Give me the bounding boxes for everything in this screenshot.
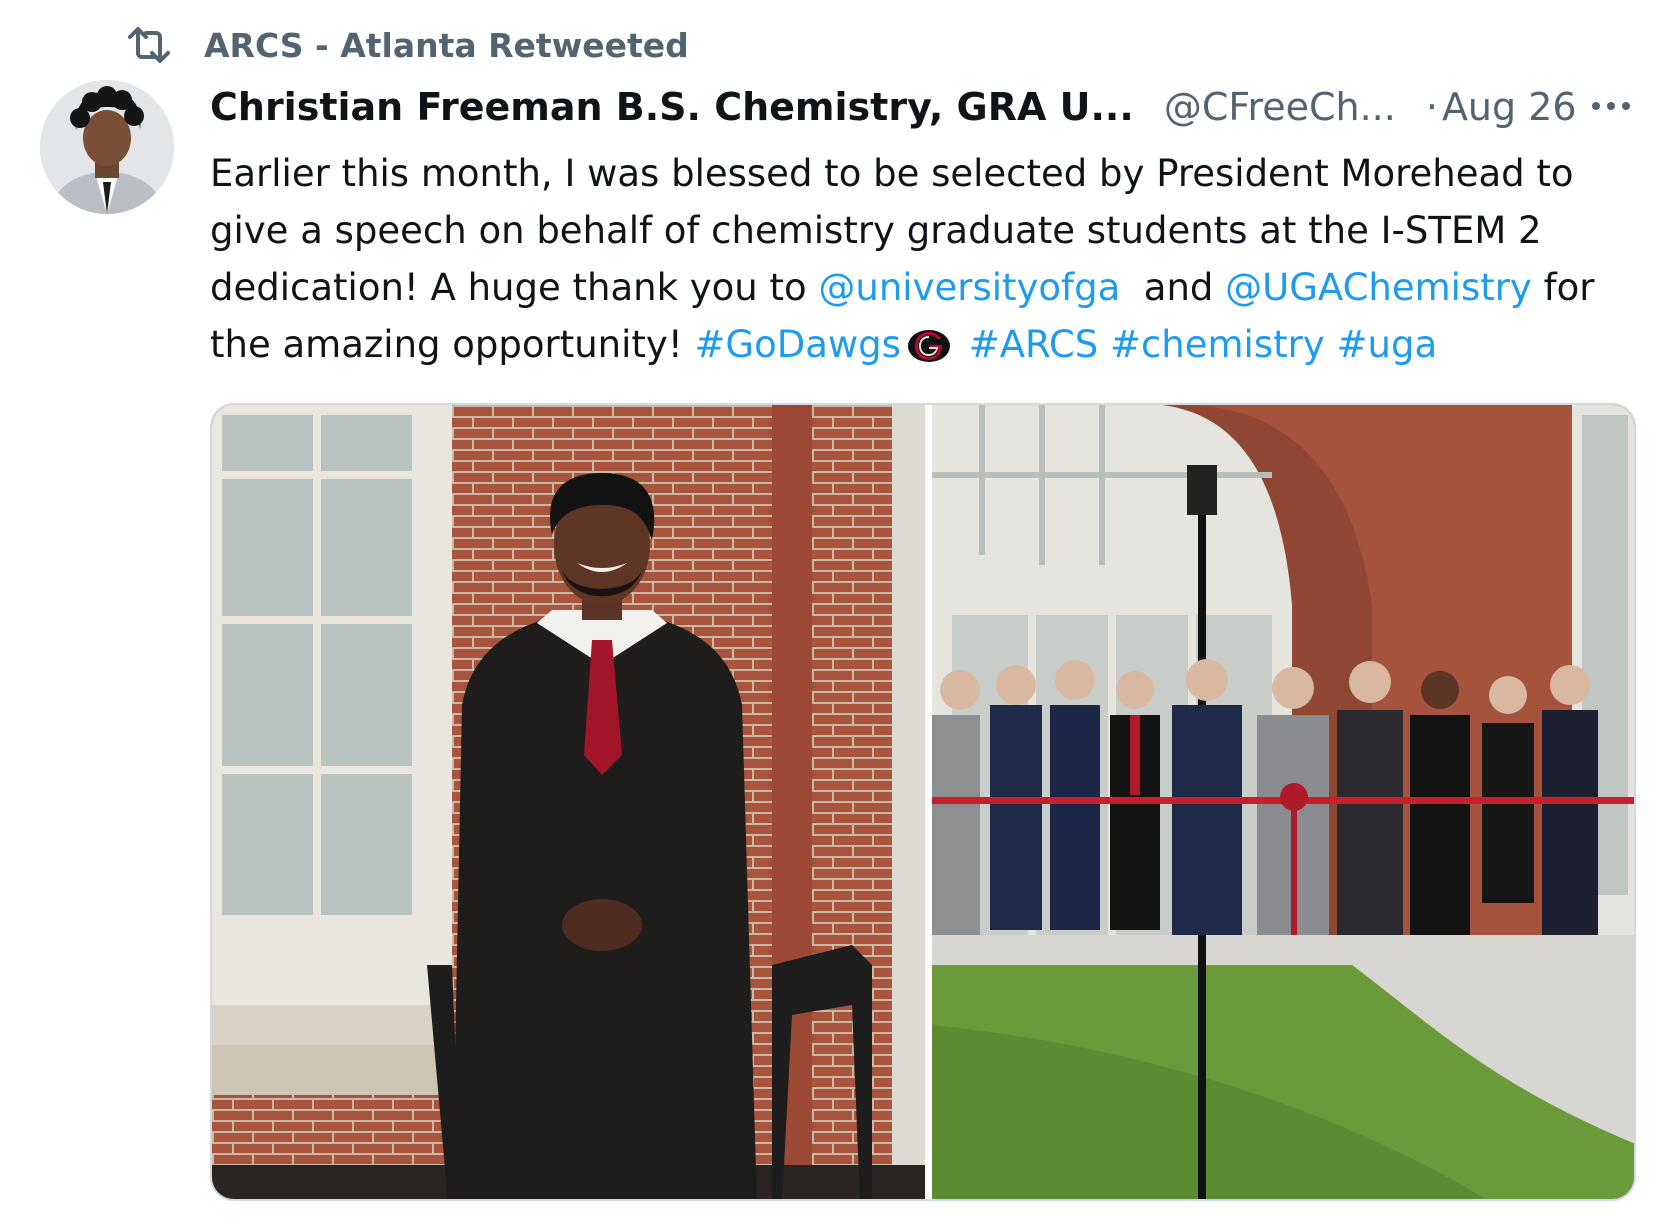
uga-g-logo-icon: [907, 330, 950, 362]
hashtag-arcs[interactable]: #ARCS: [969, 323, 1099, 366]
retweet-label: ARCS - Atlanta Retweeted: [204, 25, 689, 65]
photo-man-in-suit-image: [212, 405, 925, 1199]
tweet-media: [210, 403, 1636, 1201]
avatar-image: [40, 80, 174, 214]
tweet-text-line-2: give a speech on behalf of chemistry gra…: [210, 209, 1542, 252]
more-horizontal-icon[interactable]: [1588, 92, 1634, 120]
retweet-icon: [128, 27, 170, 63]
author-display-name[interactable]: Christian Freeman B.S. Chemistry, GRA U.…: [210, 85, 1134, 129]
hashtag-chemistry[interactable]: #chemistry: [1110, 323, 1325, 366]
tweet-text-line-4: the amazing opportunity! #GoDawgs #ARCS …: [210, 316, 1630, 373]
tweet-card[interactable]: ARCS - Atlanta Retweeted Christian Freem…: [0, 0, 1667, 1218]
avatar[interactable]: [40, 80, 174, 214]
photo-ribbon-cutting[interactable]: [932, 405, 1634, 1199]
mention-universityofga[interactable]: @universityofga: [818, 266, 1120, 309]
mention-ugachemistry[interactable]: @UGAChemistry: [1225, 266, 1532, 309]
tweet-text-line-3: dedication! A huge thank you to @univers…: [210, 259, 1630, 316]
author-handle[interactable]: @CFreeCh...: [1164, 85, 1396, 129]
tweet-header: Christian Freeman B.S. Chemistry, GRA U.…: [210, 82, 1650, 132]
tweet-text-line-1: Earlier this month, I was blessed to be …: [210, 152, 1574, 195]
hashtag-uga[interactable]: #uga: [1337, 323, 1438, 366]
hashtag-godawgs[interactable]: #GoDawgs: [694, 323, 901, 366]
photo-ribbon-cutting-image: [932, 405, 1634, 1199]
separator-dot: ·: [1425, 85, 1438, 129]
text-segment: and: [1120, 266, 1226, 309]
text-segment: the amazing opportunity!: [210, 323, 695, 366]
photo-man-in-suit[interactable]: [212, 405, 925, 1199]
retweet-context[interactable]: ARCS - Atlanta Retweeted: [124, 24, 689, 66]
text-segment: dedication! A huge thank you to: [210, 266, 819, 309]
tweet-date[interactable]: Aug 26: [1442, 85, 1577, 129]
text-segment: for: [1531, 266, 1595, 309]
tweet-text: Earlier this month, I was blessed to be …: [210, 145, 1630, 373]
